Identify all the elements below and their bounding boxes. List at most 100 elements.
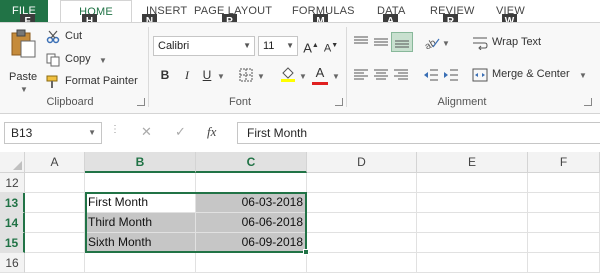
cell-f16[interactable] [528,253,600,273]
cell-e13[interactable] [417,193,528,213]
decrease-font-size-button[interactable]: A▼ [322,37,340,55]
cell-d14[interactable] [307,213,417,233]
cell-e16[interactable] [417,253,528,273]
align-center-icon[interactable] [373,68,389,82]
cell-b16[interactable] [85,253,196,273]
fill-color-icon[interactable] [280,66,296,82]
align-right-icon[interactable] [393,68,409,82]
cell-c13[interactable]: 06-03-2018 [196,193,307,213]
chevron-down-icon: ▼ [88,128,96,137]
cell-d12[interactable] [307,173,417,193]
cell-c12[interactable] [196,173,307,193]
cell-f15[interactable] [528,233,600,253]
alignment-group-label: Alignment [437,96,487,108]
worksheet-grid: A B C D E F 12 13 14 15 16 First Month 0… [0,152,600,273]
insert-function-icon[interactable]: fx [207,124,216,140]
cell-a15[interactable] [25,233,85,253]
paste-label: Paste [9,71,38,83]
underline-button[interactable]: U [198,66,216,84]
cell-c16[interactable] [196,253,307,273]
column-header-b[interactable]: B [85,152,196,173]
merge-center-label: Merge & Center [492,68,570,80]
cancel-entry-icon[interactable]: ✕ [141,124,152,140]
name-box[interactable]: B13 ▼ [4,122,102,144]
cell-a14[interactable] [25,213,85,233]
row-header-13[interactable]: 13 [0,193,25,213]
alignment-dialog-launcher[interactable] [584,98,592,106]
wrap-text-button[interactable]: Wrap Text [471,34,551,52]
borders-icon[interactable] [239,68,253,82]
cell-e15[interactable] [417,233,528,253]
bold-button[interactable]: B [156,66,174,84]
cell-f13[interactable] [528,193,600,213]
format-painter-button[interactable]: Format Painter [46,73,146,91]
formula-input[interactable]: First Month [237,122,600,144]
copy-icon [46,53,60,67]
merge-center-button[interactable]: Merge & Center ▼ [471,66,587,84]
font-size-value: 11 [263,40,275,52]
copy-button[interactable]: Copy ▼ [46,51,122,69]
cell-c14[interactable]: 06-06-2018 [196,213,307,233]
align-bottom-button[interactable] [391,32,413,52]
align-left-icon[interactable] [353,68,369,82]
cell-a16[interactable] [25,253,85,273]
increase-indent-icon[interactable] [443,68,459,82]
increase-font-size-button[interactable]: A▲ [302,37,320,55]
chevron-down-icon: ▼ [579,71,587,80]
font-size-combo[interactable]: 11 ▼ [258,36,298,56]
group-separator [346,27,347,107]
cell-f14[interactable] [528,213,600,233]
cell-a13[interactable] [25,193,85,213]
cut-label: Cut [65,30,83,42]
cell-b13[interactable]: First Month [85,193,196,213]
font-dialog-launcher[interactable] [335,98,343,106]
cell-d15[interactable] [307,233,417,253]
select-all-button[interactable] [0,152,25,173]
cell-c15[interactable]: 06-09-2018 [196,233,307,253]
row-header-12[interactable]: 12 [0,173,25,193]
ribbon-home: Paste ▼ Cut Copy ▼ Format Painter Clipbo… [0,22,600,114]
cell-f12[interactable] [528,173,600,193]
column-header-a[interactable]: A [25,152,85,173]
cell-d13[interactable] [307,193,417,213]
row-header-15[interactable]: 15 [0,233,25,253]
formula-bar: B13 ▼ ⋮ ✕ ✓ fx First Month [0,118,600,146]
cell-a12[interactable] [25,173,85,193]
column-header-c[interactable]: C [196,152,307,173]
clipboard-group-label: Clipboard [46,96,94,108]
chevron-down-icon: ▼ [20,85,28,94]
group-separator [148,27,149,107]
format-painter-icon [46,75,58,88]
cell-b15[interactable]: Sixth Month [85,233,196,253]
row-header-14[interactable]: 14 [0,213,25,233]
align-middle-icon[interactable] [373,35,389,49]
chevron-down-icon: ▼ [442,39,450,48]
decrease-indent-icon[interactable] [423,68,439,82]
font-color-button[interactable]: A [311,64,329,82]
font-name-combo[interactable]: Calibri ▼ [153,36,255,56]
cell-b14[interactable]: Third Month [85,213,196,233]
cell-e12[interactable] [417,173,528,193]
confirm-entry-icon[interactable]: ✓ [175,124,186,140]
orientation-icon[interactable]: ab [423,35,441,49]
cut-button[interactable]: Cut [46,28,106,46]
chevron-down-icon: ▼ [99,56,107,65]
paste-button[interactable]: Paste ▼ [6,29,40,94]
cell-e14[interactable] [417,213,528,233]
font-name-value: Calibri [158,40,190,52]
chevron-down-icon: ▼ [299,72,307,81]
align-top-icon[interactable] [353,35,369,49]
fill-handle[interactable] [303,249,309,255]
cell-b12[interactable] [85,173,196,193]
chevron-down-icon: ▼ [286,41,294,50]
column-header-d[interactable]: D [307,152,417,173]
paste-icon [11,29,36,58]
resize-handle-icon[interactable]: ⋮ [110,124,120,135]
clipboard-dialog-launcher[interactable] [137,98,145,106]
row-header-16[interactable]: 16 [0,253,25,273]
column-header-e[interactable]: E [417,152,528,173]
italic-button[interactable]: I [178,66,196,84]
column-header-f[interactable]: F [528,152,600,173]
cell-d16[interactable] [307,253,417,273]
chevron-down-icon: ▼ [217,72,225,81]
